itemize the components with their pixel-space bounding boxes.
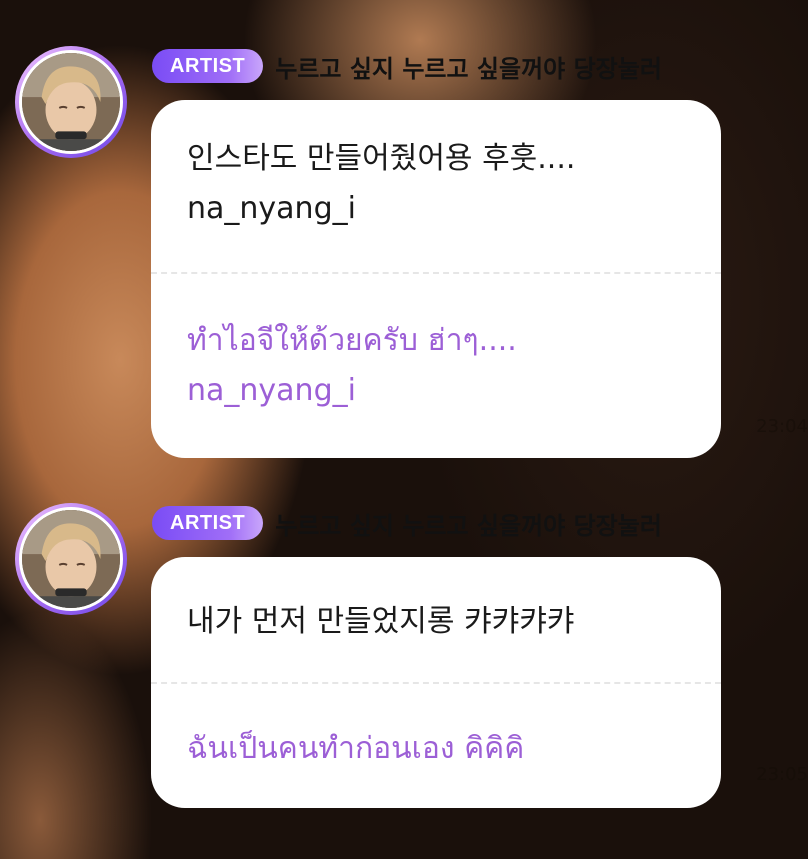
original-text: 내가 먼저 만들었지롱 캬캬캬캬 xyxy=(151,557,721,682)
avatar-image-icon xyxy=(22,510,120,608)
artist-nickname[interactable]: 누르고 싶지 누르고 싶을꺼야 당장눌러 xyxy=(275,506,662,541)
original-line: 내가 먼저 만들었지롱 캬캬캬캬 xyxy=(187,604,575,639)
artist-avatar[interactable] xyxy=(15,503,127,615)
chat-message: ARTIST 누르고 싶지 누르고 싶을꺼야 당장눌러 내가 먼저 만들었지롱 … xyxy=(0,0,808,859)
message-bubble[interactable]: 내가 먼저 만들었지롱 캬캬캬캬 ฉันเป็นคนทำก่อนเอง คิคิ… xyxy=(151,557,721,808)
artist-badge: ARTIST xyxy=(152,506,264,540)
message-header: ARTIST 누르고 싶지 누르고 싶을꺼야 당장눌러 xyxy=(152,505,662,541)
translated-text: ฉันเป็นคนทำก่อนเอง คิคิคิ xyxy=(151,684,721,774)
translation-line: ฉันเป็นคนทำก่อนเอง คิคิคิ xyxy=(187,731,525,766)
avatar-photo xyxy=(19,507,123,611)
message-timestamp: 23:05 xyxy=(756,764,808,785)
